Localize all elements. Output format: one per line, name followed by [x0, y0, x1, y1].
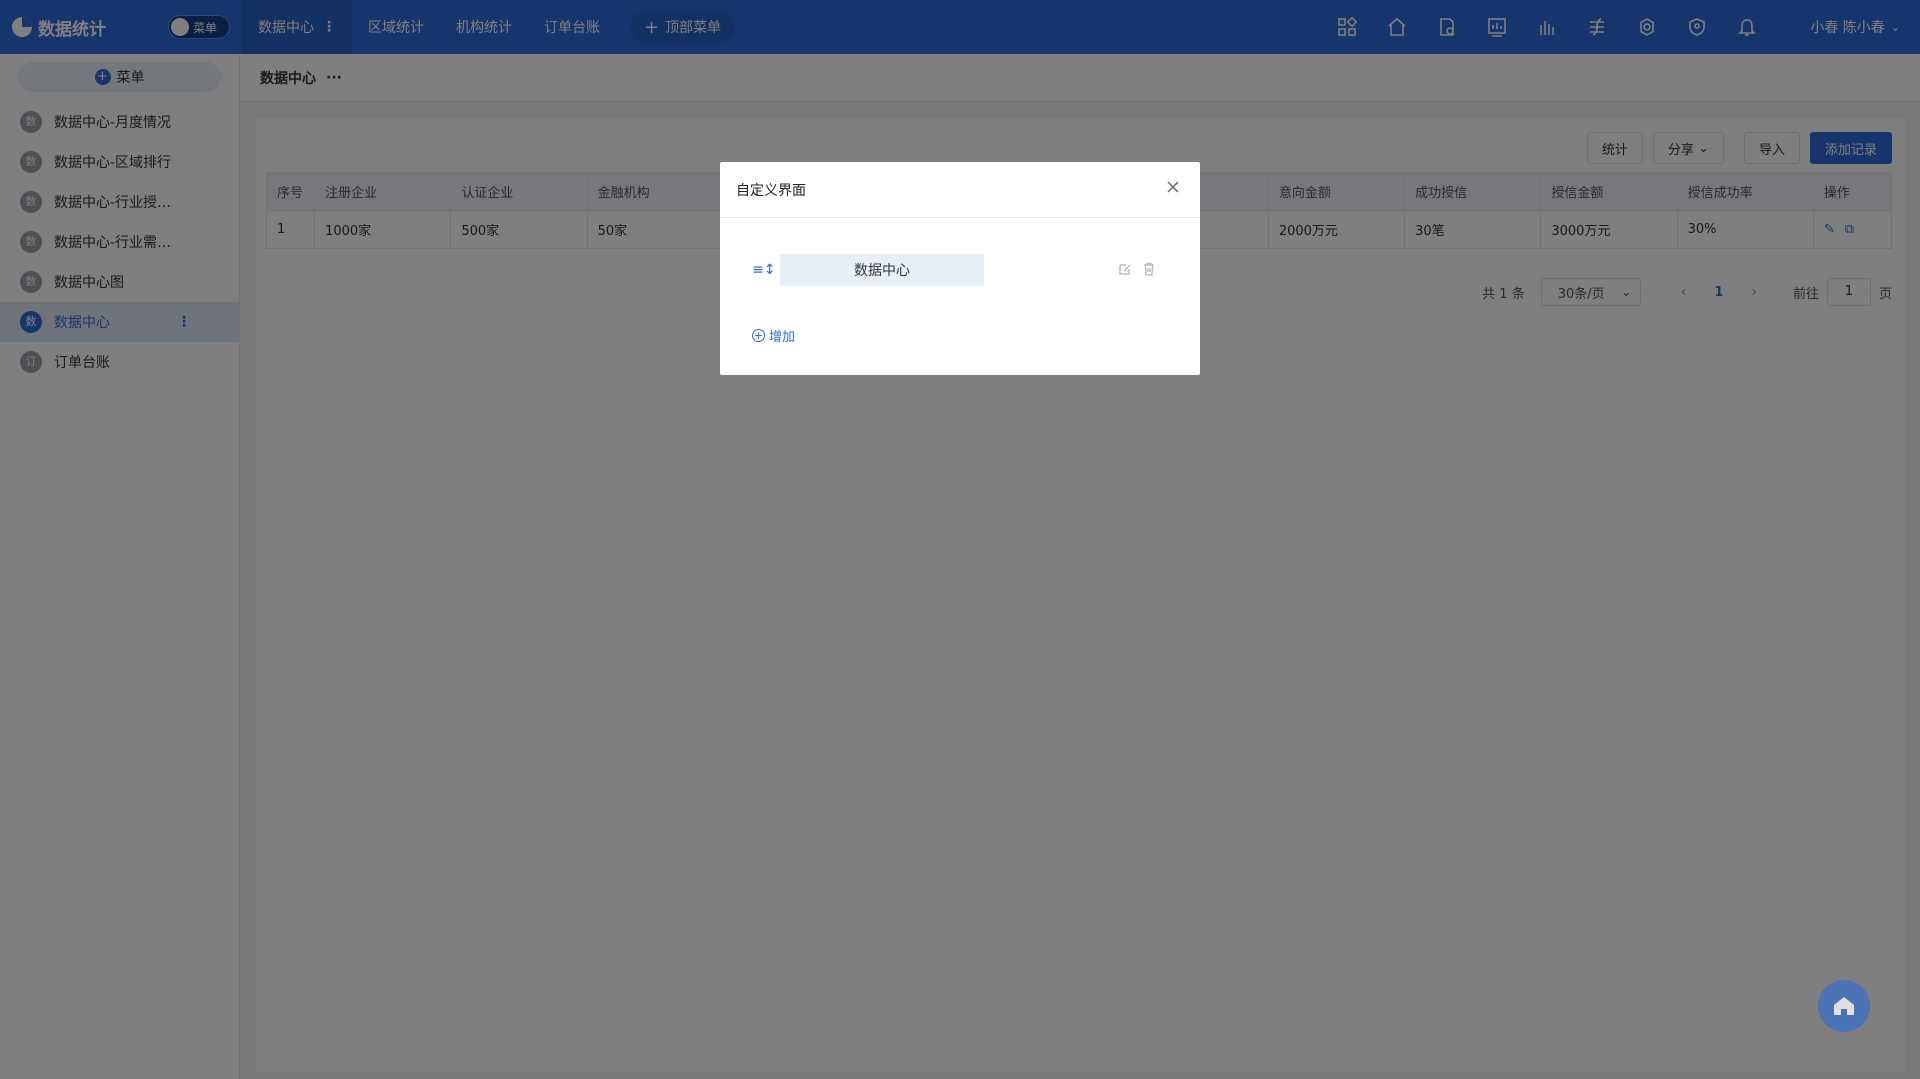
delete-icon[interactable] — [1142, 262, 1156, 280]
close-icon[interactable] — [1166, 180, 1180, 194]
drag-sort-icon[interactable]: ≡↕ — [752, 262, 775, 278]
row-actions — [1118, 262, 1156, 280]
plus-circle-icon: + — [752, 329, 765, 342]
edit-icon[interactable] — [1118, 262, 1132, 280]
home-float-button[interactable] — [1818, 980, 1870, 1032]
custom-item-row: ≡↕ — [752, 254, 1170, 286]
home-icon — [1834, 997, 1854, 1015]
customize-dialog: 自定义界面 ≡↕ + 增加 — [720, 162, 1200, 375]
add-item-link[interactable]: + 增加 — [752, 326, 795, 345]
item-name-input[interactable] — [780, 254, 984, 286]
dialog-header: 自定义界面 — [720, 162, 1200, 218]
dialog-title: 自定义界面 — [736, 182, 806, 199]
add-item-label: 增加 — [769, 330, 796, 345]
